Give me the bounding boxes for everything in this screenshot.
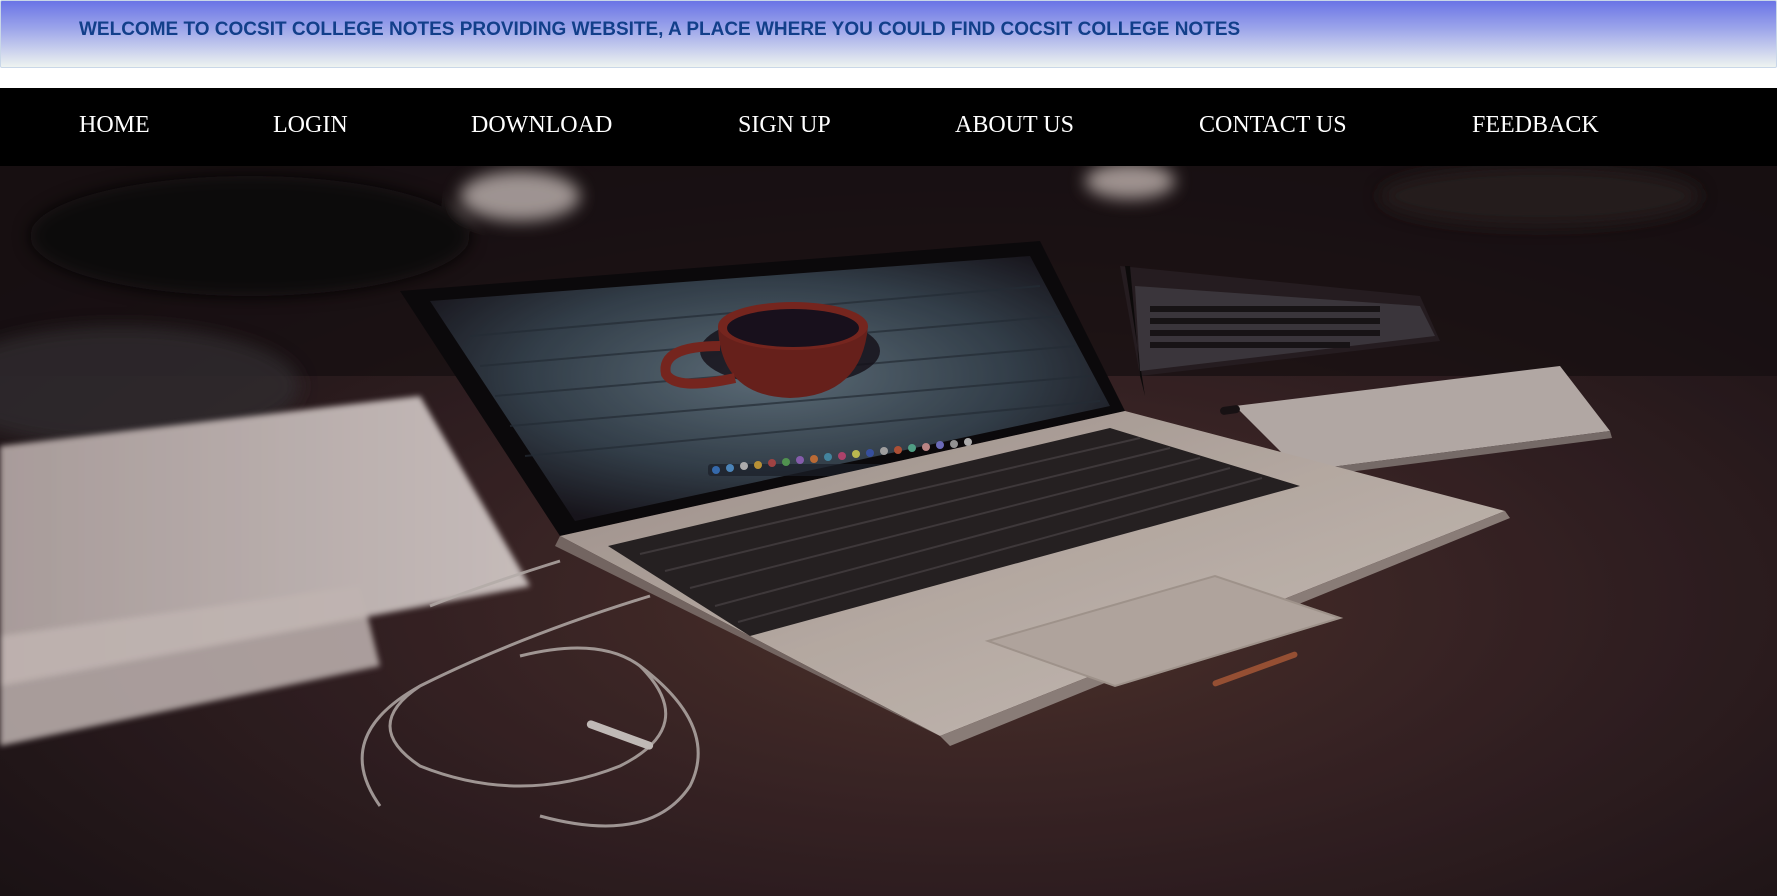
nav-contact-us[interactable]: CONTACT US <box>1199 112 1347 139</box>
main-navbar: HOME LOGIN DOWNLOAD SIGN UP ABOUT US CON… <box>0 88 1777 166</box>
nav-login[interactable]: LOGIN <box>273 112 348 139</box>
nav-about-us[interactable]: ABOUT US <box>955 112 1074 139</box>
hero-image <box>0 166 1777 896</box>
nav-download[interactable]: DOWNLOAD <box>471 112 612 139</box>
hero-laptop-illustration <box>0 166 1777 896</box>
welcome-banner: WELCOME TO COCSIT COLLEGE NOTES PROVIDIN… <box>0 0 1777 68</box>
welcome-marquee-text: WELCOME TO COCSIT COLLEGE NOTES PROVIDIN… <box>79 19 1241 40</box>
nav-home[interactable]: HOME <box>79 112 150 139</box>
nav-sign-up[interactable]: SIGN UP <box>738 112 831 139</box>
nav-feedback[interactable]: FEEDBACK <box>1472 112 1599 139</box>
